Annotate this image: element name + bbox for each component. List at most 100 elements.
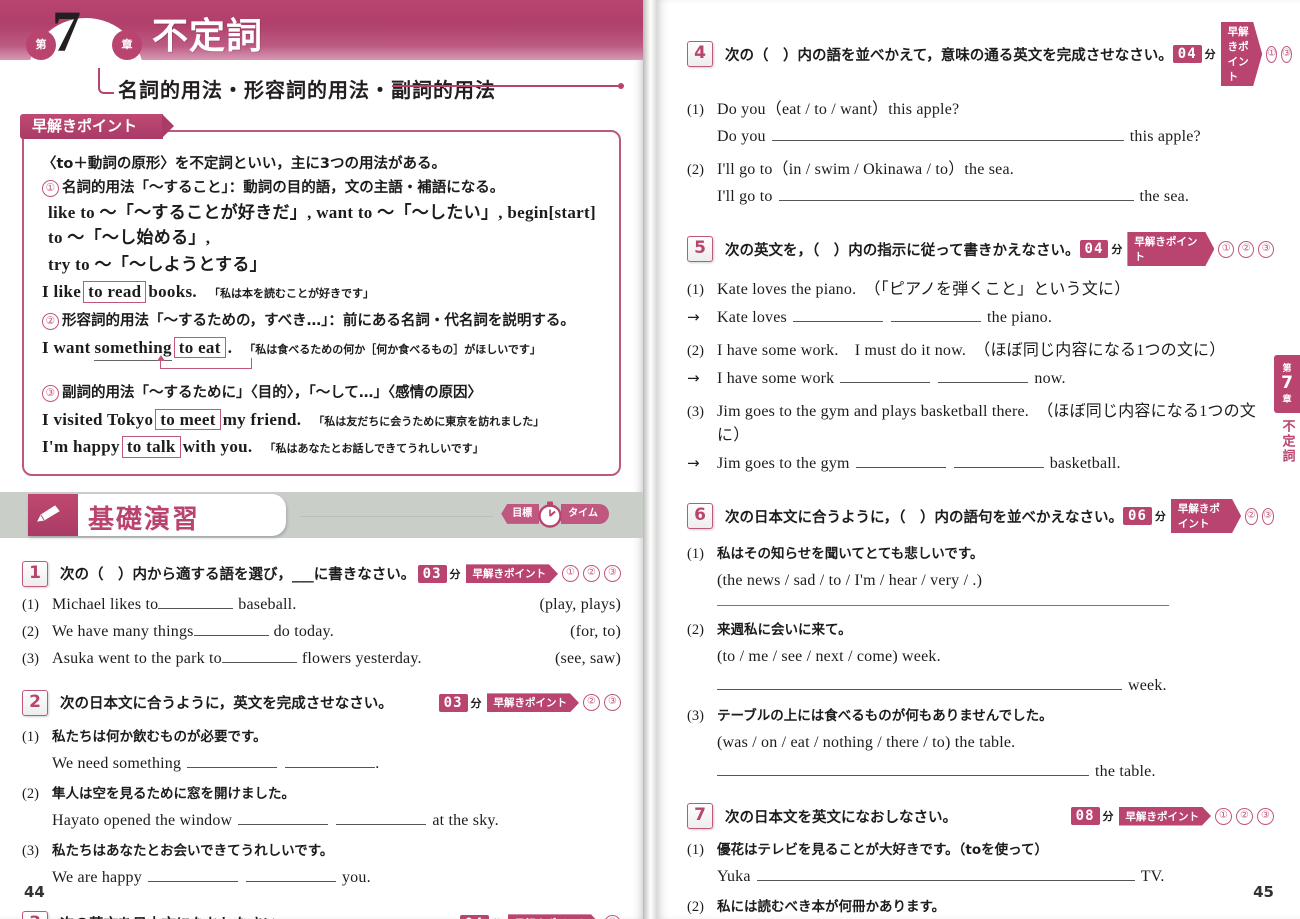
practice-section-band: 基礎演習 目標 タイム: [0, 491, 643, 538]
exercise-6-point-2: ③: [1261, 507, 1274, 525]
exercise-1-item-1: (1) Michael likes to baseball. (play, pl…: [22, 595, 621, 613]
exercise-6-minutes: 06: [1123, 507, 1152, 525]
book-spread: 第 7 章 不定詞 名詞的用法・形容詞的用法・副詞的用法 早解きポイント 〈to…: [0, 0, 1300, 919]
exercise-3-minutes: 04: [459, 914, 489, 919]
answer-blank[interactable]: [158, 607, 234, 609]
answer-blank[interactable]: [245, 880, 336, 882]
answer-blank[interactable]: [938, 382, 1029, 383]
answer-blank[interactable]: [285, 766, 376, 768]
point-item-2-heading: ② 形容詞的用法「〜するための，すべき…」：前にある名詞・代名詞を説明する。: [42, 310, 605, 332]
answer-blank[interactable]: [147, 880, 238, 882]
thumb-chapter-title: 不定詞: [1279, 419, 1295, 464]
timer-left-label: 目標: [501, 503, 540, 524]
thumb-sho-label: 章: [1282, 395, 1292, 405]
gloss-4: 「私はあなたとお話しできてうれしいです」: [264, 442, 484, 456]
left-exercise-list: 1 次の（ ）内から適する語を選び，___に書きなさい。 03 分 早解きポイン…: [0, 538, 643, 919]
answer-blank[interactable]: [855, 467, 946, 468]
exercise-7-number: 7: [687, 803, 713, 829]
exercise-7-point-ref: 早解きポイント: [1119, 807, 1212, 826]
exercise-5-item-2-en: (2) I have some work. I must do it now. …: [687, 342, 1226, 359]
exercise-7-item-2-jp: (2) 私には読むべき本が何冊かあります。: [687, 899, 946, 915]
exercise-6-instruction: 次の日本文に合うように，（ ）内の語句を並べかえなさい。: [725, 509, 1124, 526]
exercise-3-point-1: ①: [604, 915, 621, 919]
answer-blank[interactable]: [771, 140, 1124, 141]
exercise-6-item-2-jp: (2) 来週私に会いに来て。: [687, 622, 852, 638]
exercise-6-item-1-jp: (1) 私はその知らせを聞いてとても悲しいです。: [687, 546, 984, 562]
exercise-4-item-2-ans: I'll go to the sea.: [717, 188, 1190, 205]
chapter-banner: 第 7 章 不定詞: [0, 0, 643, 78]
exercise-6-item-3-ans: the table.: [717, 763, 1274, 781]
exercise-5-number: 5: [687, 236, 713, 262]
subtitle-rule: [392, 83, 624, 89]
gloss-3: 「私は友だちに会うために東京を訪れました」: [313, 414, 545, 428]
exercise-2-item-2-jp: (2) 隼人は空を見るために窓を開けました。: [22, 785, 295, 802]
highlight-box-to-read: to read: [83, 281, 147, 303]
right-exercise-list: 4 次の（ ）内の語を並べかえて，意味の通る英文を完成させなさい。 04 分 早…: [657, 0, 1300, 919]
exercise-2-item-1-en: We need something .: [52, 754, 380, 772]
highlight-box-to-talk: to talk: [121, 436, 181, 458]
point-item-3-heading: ③ 副詞的用法「〜するために」〈目的〉，「〜して…」〈感情の原因〉: [42, 382, 605, 404]
left-page: 第 7 章 不定詞 名詞的用法・形容詞的用法・副詞的用法 早解きポイント 〈to…: [0, 0, 643, 919]
chapter-subtitle: 名詞的用法・形容詞的用法・副詞的用法: [118, 78, 496, 102]
answer-blank[interactable]: [193, 634, 269, 636]
exercise-5-item-2-ans: → I have some work now.: [687, 369, 1066, 387]
right-page: 4 次の（ ）内の語を並べかえて，意味の通る英文を完成させなさい。 04 分 早…: [657, 0, 1300, 919]
exercise-5-point-2: ②: [1238, 240, 1255, 258]
point-example-3b: I'm happy to talk with you. 「私はあなたとお話しでき…: [42, 436, 484, 458]
answer-blank[interactable]: [221, 661, 297, 663]
exercise-6-item-1-words: (the news / sad / to / I'm / hear / very…: [717, 572, 983, 589]
answer-blank[interactable]: [238, 823, 329, 825]
answer-blank[interactable]: [717, 604, 1169, 606]
exercise-5-point-1: ①: [1218, 240, 1235, 258]
answer-blank[interactable]: [840, 382, 931, 383]
exercise-5-item-3-en: (3) Jim goes to the gym and plays basket…: [687, 403, 1257, 444]
exercise-6-number: 6: [687, 503, 713, 529]
highlight-box-to-eat: to eat: [173, 336, 226, 359]
exercise-7-item-1-jp: (1) 優花はテレビを見ることが大好きです。（toを使って）: [687, 842, 1048, 858]
exercise-4-minutes: 04: [1172, 45, 1202, 63]
exercise-5-item-1-en: (1) Kate loves the piano. （「ピアノを弾くこと」という…: [687, 281, 1131, 298]
exercise-5-item-3-ans: → Jim goes to the gym basketball.: [687, 454, 1121, 472]
point-marker-2: ②: [42, 313, 59, 331]
timer-right-label: タイム: [561, 503, 609, 524]
exercise-5-meta: 04 分 早解きポイント ① ② ③: [1079, 232, 1274, 266]
exercise-6-item-3-words: (was / on / eat / nothing / there / to) …: [717, 734, 1016, 751]
exercise-2: 2 次の日本文に合うように，英文を完成させなさい。 03 分 早解きポイント ②…: [22, 689, 621, 887]
point-marker-1: ①: [42, 180, 59, 198]
chapter-number: 7: [52, 0, 81, 64]
answer-blank[interactable]: [792, 321, 883, 322]
highlight-box-to-meet: to meet: [155, 408, 221, 431]
answer-blank[interactable]: [890, 321, 981, 322]
exercise-6-item-3-jp: (3) テーブルの上には食べるものが何もありませんでした。: [687, 708, 1053, 724]
exercise-2-item-2-en: Hayato opened the window at the sky.: [52, 811, 499, 829]
exercise-1-number: 1: [22, 560, 48, 587]
exercise-1-point-1: ①: [562, 565, 579, 583]
exercise-4: 4 次の（ ）内の語を並べかえて，意味の通る英文を完成させなさい。 04 分 早…: [687, 22, 1293, 206]
page-number-right: 45: [1253, 883, 1274, 901]
exercise-2-item-3-en: We are happy you.: [52, 868, 371, 886]
answer-blank[interactable]: [953, 467, 1044, 468]
exercise-3-number: 3: [22, 910, 48, 919]
exercise-7-minutes: 08: [1070, 807, 1100, 825]
answer-blank[interactable]: [717, 775, 1089, 776]
stopwatch-icon: [538, 501, 562, 528]
answer-blank[interactable]: [756, 880, 1135, 881]
exercise-2-item-3-jp: (3) 私たちはあなたとお会いできてうれしいです。: [22, 842, 334, 859]
exercise-7-point-2: ②: [1236, 807, 1253, 825]
exercise-3: 3 次の英文を日本文になおしなさい。 04 分 早解きポイント ① (1) It…: [22, 910, 621, 919]
answer-blank[interactable]: [717, 689, 1122, 690]
exercise-1-instruction: 次の（ ）内から適する語を選び，___に書きなさい。: [60, 567, 416, 584]
exercise-6-item-2-ans: week.: [717, 677, 1274, 695]
target-time-badge: 目標 タイム: [501, 501, 609, 528]
exercise-6-point-1: ②: [1245, 507, 1258, 525]
answer-blank[interactable]: [187, 766, 278, 768]
answer-blank[interactable]: [336, 823, 427, 825]
exercise-3-instruction: 次の英文を日本文になおしなさい。: [60, 913, 292, 919]
modifier-arrow-icon: [157, 355, 252, 372]
exercise-7: 7 次の日本文を英文になおしなさい。 08 分 早解きポイント ① ② ③ (1…: [687, 803, 1274, 919]
point-intro: 〈to＋動詞の原形〉を不定詞といい，主に3つの用法がある。: [42, 156, 446, 172]
page-number-left: 44: [24, 883, 45, 901]
answer-blank[interactable]: [778, 200, 1134, 201]
exercise-2-meta: 03 分 早解きポイント ② ③: [438, 693, 621, 712]
gloss-1: 「私は本を読むことが好きです」: [208, 287, 374, 301]
